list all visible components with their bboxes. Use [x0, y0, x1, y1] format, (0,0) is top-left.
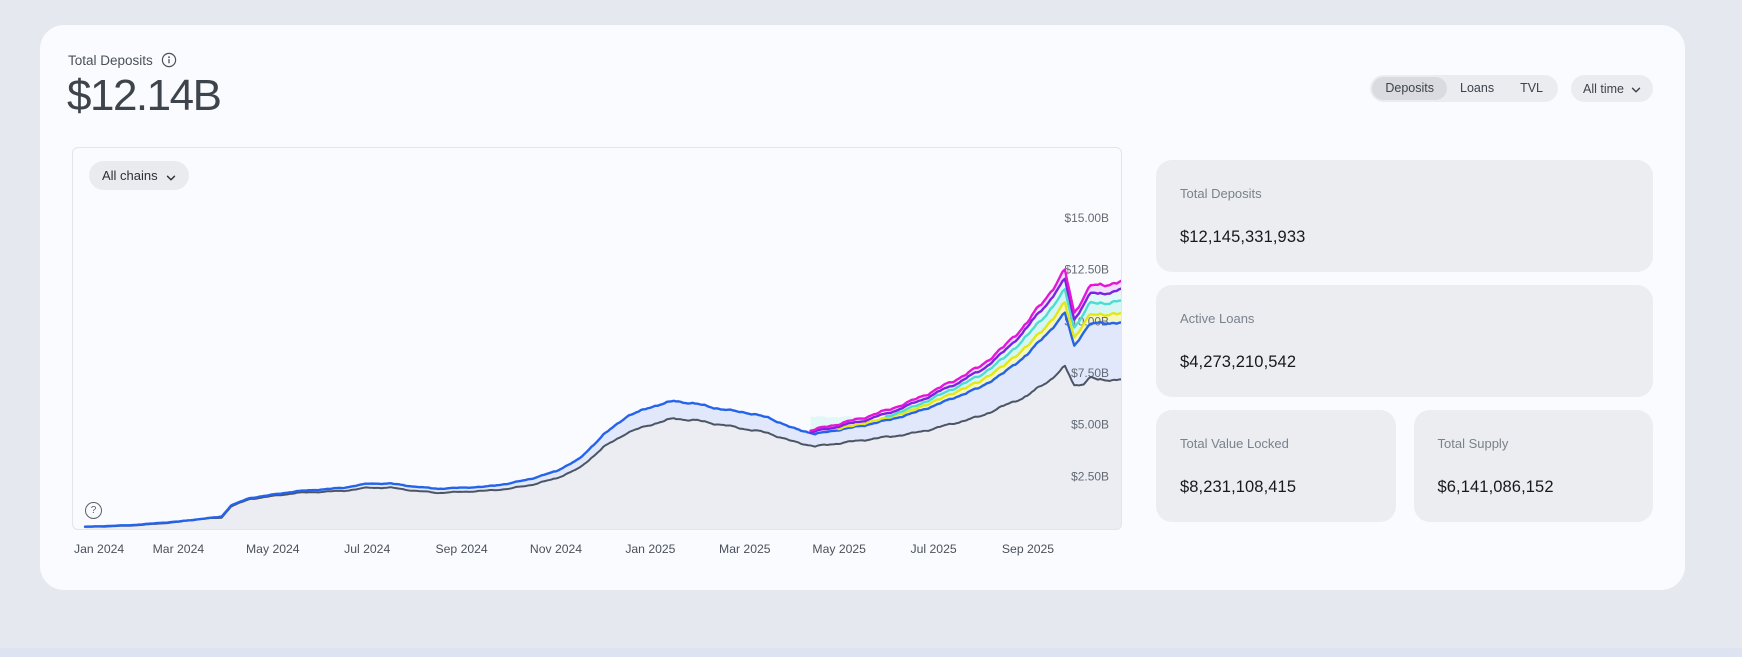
tab-deposits[interactable]: Deposits: [1372, 77, 1447, 100]
x-axis-label: Sep 2025: [1002, 542, 1054, 556]
stat-label: Total Deposits: [1180, 186, 1629, 201]
metric-header: Total Deposits: [68, 52, 177, 68]
stat-card-tvl: Total Value Locked $8,231,108,415: [1156, 410, 1396, 522]
page-bottom-strip: [0, 648, 1742, 657]
stat-value: $8,231,108,415: [1180, 478, 1372, 497]
stats-column: Total Deposits $12,145,331,933 Active Lo…: [1156, 160, 1653, 535]
x-axis-label: Jul 2025: [911, 542, 957, 556]
stat-label: Active Loans: [1180, 311, 1629, 326]
stat-card-row: Total Value Locked $8,231,108,415 Total …: [1156, 410, 1653, 535]
chevron-down-icon: [1631, 84, 1641, 94]
x-axis-labels: Jan 2024 Mar 2024 May 2024 Jul 2024 Sep 2024…: [72, 542, 1122, 560]
x-axis-label: Jan 2024: [74, 542, 124, 556]
stat-card-total-deposits: Total Deposits $12,145,331,933: [1156, 160, 1653, 272]
stat-value: $12,145,331,933: [1180, 228, 1629, 247]
y-axis-label: $12.50B: [1064, 263, 1109, 277]
chart-controls: Deposits Loans TVL All time: [1370, 75, 1653, 102]
stat-value: $4,273,210,542: [1180, 353, 1629, 372]
metric-tab-group: Deposits Loans TVL: [1370, 75, 1558, 102]
metric-title: Total Deposits: [68, 53, 153, 68]
x-axis-label: Jan 2025: [625, 542, 675, 556]
x-axis-label: Jul 2024: [344, 542, 390, 556]
y-axis-label: $2.50B: [1071, 469, 1109, 483]
chart-canvas[interactable]: All chains $15.00B$12.50B$10.00B$7.50B$5…: [72, 147, 1122, 530]
chain-filter-dropdown[interactable]: All chains: [89, 161, 189, 190]
stat-value: $6,141,086,152: [1438, 478, 1630, 497]
help-icon[interactable]: ?: [85, 502, 102, 519]
metric-big-value: $12.14B: [67, 71, 220, 121]
info-icon[interactable]: [161, 52, 177, 68]
deposits-area-chart: $15.00B$12.50B$10.00B$7.50B$5.00B$2.50B: [73, 148, 1121, 529]
y-axis-label: $5.00B: [1071, 418, 1109, 432]
chart-area-fills: [85, 270, 1121, 529]
tab-loans[interactable]: Loans: [1447, 77, 1507, 100]
x-axis-label: Nov 2024: [530, 542, 582, 556]
tab-tvl[interactable]: TVL: [1507, 77, 1556, 100]
stat-label: Total Supply: [1438, 436, 1630, 451]
chevron-down-icon: [166, 171, 176, 181]
chain-filter-label: All chains: [102, 168, 158, 183]
y-axis-label: $15.00B: [1064, 211, 1109, 225]
stat-label: Total Value Locked: [1180, 436, 1372, 451]
time-range-dropdown[interactable]: All time: [1571, 75, 1653, 102]
x-axis-label: Mar 2025: [719, 542, 771, 556]
x-axis-label: Mar 2024: [153, 542, 205, 556]
x-axis-label: May 2025: [812, 542, 866, 556]
stat-card-active-loans: Active Loans $4,273,210,542: [1156, 285, 1653, 397]
stat-card-total-supply: Total Supply $6,141,086,152: [1414, 410, 1654, 522]
time-range-label: All time: [1583, 82, 1624, 96]
x-axis-label: Sep 2024: [436, 542, 488, 556]
x-axis-label: May 2024: [246, 542, 300, 556]
dashboard-card: Total Deposits $12.14B Deposits Loans TV…: [40, 25, 1685, 590]
